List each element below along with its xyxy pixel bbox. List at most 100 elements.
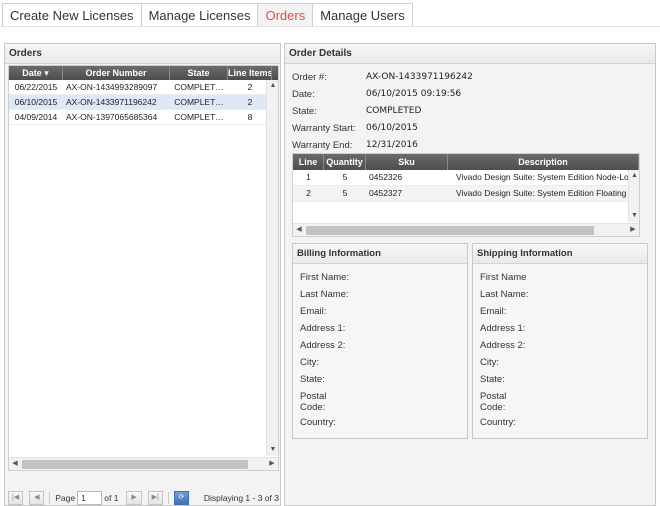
page-total-label: of 1 (104, 493, 119, 503)
shipping-email-label: Email: (480, 306, 507, 317)
scroll-down-icon[interactable]: ▼ (629, 210, 640, 222)
column-header-line[interactable]: Line (293, 154, 324, 170)
prev-page-button[interactable]: ◀ (29, 491, 45, 505)
table-row[interactable]: 2 5 0452327 Vivado Design Suite: System … (293, 186, 639, 202)
order-state-value: COMPLETED (366, 106, 422, 116)
scroll-right-icon[interactable]: ▶ (627, 224, 639, 236)
order-date: 06/10/2015 (14, 97, 58, 107)
orders-panel-title: Orders (5, 44, 280, 64)
column-header-line-items[interactable]: Line Items (228, 66, 272, 80)
column-header-state[interactable]: State (170, 66, 228, 80)
scroll-right-icon[interactable]: ▶ (266, 458, 278, 470)
line-items-grid: Line Quantity Sku Description 1 5 045232… (292, 153, 640, 237)
last-page-icon: ▶| (151, 494, 159, 501)
tab-create-new-licenses[interactable]: Create New Licenses (2, 3, 142, 27)
top-tabs: Create New Licenses Manage Licenses Orde… (2, 3, 413, 27)
line-sku: 0452326 (369, 172, 403, 182)
column-header-quantity[interactable]: Quantity (324, 154, 366, 170)
order-state: COMPLET… (174, 112, 224, 122)
orders-grid: Date ▾ Order Number State Line Items 06/… (8, 65, 279, 471)
page-label: Page (55, 493, 76, 503)
last-page-button[interactable]: ▶| (147, 491, 163, 505)
scroll-up-icon[interactable]: ▲ (267, 80, 279, 92)
shipping-last-name-label: Last Name: (480, 289, 529, 300)
line-quantity: 5 (342, 188, 348, 198)
order-number-label: Order #: (292, 72, 327, 83)
billing-country-label: Country: (300, 417, 336, 428)
order-number-value: AX-ON-1433971196242 (366, 72, 473, 82)
order-state-label: State: (292, 106, 317, 117)
line-items-horizontal-scrollbar[interactable]: ◀ ▶ (293, 223, 639, 236)
orders-horizontal-scrollbar[interactable]: ◀ ▶ (9, 457, 278, 470)
sort-desc-icon: ▾ (44, 68, 49, 78)
order-state: COMPLET… (174, 97, 224, 107)
line-number: 1 (306, 172, 311, 182)
billing-last-name-label: Last Name: (300, 289, 349, 300)
order-date: 04/09/2014 (14, 112, 58, 122)
pager-separator (167, 492, 169, 504)
warranty-start-value: 06/10/2015 (366, 123, 418, 133)
shipping-first-name-label: First Name (480, 272, 527, 283)
orders-panel: Orders Date ▾ Order Number State Line It… (4, 43, 281, 506)
first-page-button[interactable]: |◀ (8, 491, 24, 505)
billing-information-panel: Billing Information First Name: Last Nam… (292, 243, 468, 439)
shipping-state-label: State: (480, 374, 505, 385)
table-row[interactable]: 06/22/2015 AX-ON-1434993289097 COMPLET… … (9, 80, 278, 95)
scroll-left-icon[interactable]: ◀ (293, 224, 305, 236)
billing-address-2-label: Address 2: (300, 340, 346, 351)
orders-pager: |◀ ◀ Page 1 of 1 ▶ ▶| ⟳ Displaying 1 - 3… (8, 490, 279, 506)
shipping-country-label: Country: (480, 417, 516, 428)
tab-divider (0, 26, 660, 27)
tab-orders[interactable]: Orders (257, 3, 314, 27)
scroll-up-icon[interactable]: ▲ (629, 170, 640, 182)
scroll-thumb[interactable] (22, 460, 248, 469)
billing-city-label: City: (300, 357, 319, 368)
order-details-title: Order Details (285, 44, 655, 64)
shipping-city-label: City: (480, 357, 499, 368)
page-number-input[interactable]: 1 (77, 491, 103, 505)
order-number: AX-ON-1397065685364 (66, 112, 158, 122)
prev-page-icon: ◀ (34, 494, 40, 501)
table-row[interactable]: 04/09/2014 AX-ON-1397065685364 COMPLET… … (9, 110, 278, 125)
order-state: COMPLET… (174, 82, 224, 92)
order-number: AX-ON-1434993289097 (66, 82, 158, 92)
orders-vertical-scrollbar[interactable]: ▲ ▼ (266, 80, 278, 456)
warranty-end-value: 12/31/2016 (366, 140, 418, 150)
scroll-thumb[interactable] (306, 226, 594, 235)
first-page-icon: |◀ (11, 494, 20, 501)
refresh-icon: ⟳ (178, 494, 185, 501)
shipping-address-1-label: Address 1: (480, 323, 526, 334)
tab-manage-licenses[interactable]: Manage Licenses (140, 3, 259, 27)
billing-first-name-label: First Name: (300, 272, 350, 283)
warranty-start-label: Warranty Start: (292, 123, 356, 134)
scroll-down-icon[interactable]: ▼ (267, 444, 279, 456)
order-number: AX-ON-1433971196242 (66, 97, 157, 107)
line-items-vertical-scrollbar[interactable]: ▲ ▼ (628, 170, 639, 222)
billing-postal-code-label: Postal Code: (300, 391, 327, 413)
shipping-address-2-label: Address 2: (480, 340, 526, 351)
column-header-sku[interactable]: Sku (366, 154, 448, 170)
table-row[interactable]: 06/10/2015 AX-ON-1433971196242 COMPLET… … (9, 95, 278, 110)
table-row[interactable]: 1 5 0452326 Vivado Design Suite: System … (293, 170, 639, 186)
billing-address-1-label: Address 1: (300, 323, 346, 334)
column-header-order-number[interactable]: Order Number (63, 66, 170, 80)
billing-information-title: Billing Information (293, 244, 467, 264)
column-header-description[interactable]: Description (448, 154, 639, 170)
line-description: Vivado Design Suite: System Edition Floa… (456, 188, 628, 198)
column-header-date[interactable]: Date ▾ (9, 66, 63, 80)
shipping-information-title: Shipping Information (473, 244, 647, 264)
scroll-left-icon[interactable]: ◀ (9, 458, 21, 470)
refresh-button[interactable]: ⟳ (173, 491, 189, 505)
order-date: 06/22/2015 (14, 82, 58, 92)
tab-manage-users[interactable]: Manage Users (312, 3, 413, 27)
shipping-information-panel: Shipping Information First Name Last Nam… (472, 243, 648, 439)
pager-separator (49, 492, 51, 504)
warranty-end-label: Warranty End: (292, 140, 353, 151)
next-page-button[interactable]: ▶ (126, 491, 142, 505)
order-details-panel: Order Details Order #: AX-ON-14339711962… (284, 43, 656, 506)
line-items-header: Line Quantity Sku Description (293, 154, 639, 170)
line-description: Vivado Design Suite: System Edition Node… (456, 172, 628, 182)
shipping-postal-code-label: Postal Code: (480, 391, 507, 413)
line-quantity: 5 (342, 172, 348, 182)
order-date-label: Date: (292, 89, 315, 100)
